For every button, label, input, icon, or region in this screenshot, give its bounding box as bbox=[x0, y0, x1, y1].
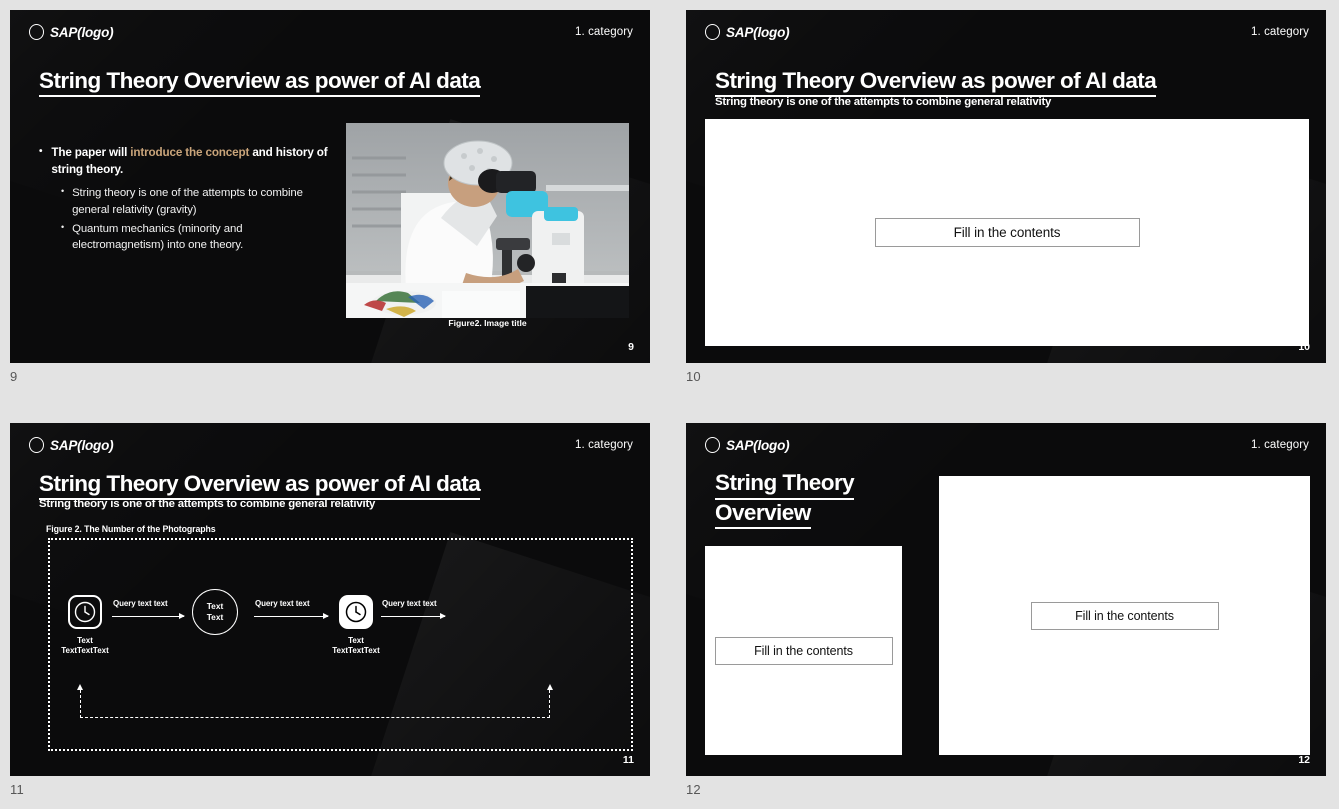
scientist-microscope-illustration bbox=[346, 123, 629, 318]
process-diagram: Text TextTextText Query text text Text T… bbox=[48, 538, 633, 751]
bullet-primary: • The paper will introduce the concept a… bbox=[39, 145, 334, 178]
category-label: 1. category bbox=[575, 439, 633, 451]
circle-outline-icon bbox=[29, 24, 44, 40]
content-panel-left[interactable]: Fill in the contents bbox=[705, 546, 902, 755]
bullet-dot-icon: • bbox=[39, 146, 43, 157]
slide-thumbnail-11[interactable]: SAP(logo) 1. category String Theory Over… bbox=[10, 423, 650, 797]
slide-page-number: 12 bbox=[1298, 754, 1310, 766]
bullet-list: • The paper will introduce the concept a… bbox=[39, 145, 334, 256]
page-subtitle: String theory is one of the attempts to … bbox=[715, 96, 1052, 108]
brand-name: SAP(logo) bbox=[50, 437, 114, 453]
fill-contents-placeholder-right[interactable]: Fill in the contents bbox=[1030, 601, 1219, 630]
slide-canvas-12[interactable]: SAP(logo) 1. category String Theory Over… bbox=[686, 423, 1326, 776]
slide-canvas-11[interactable]: SAP(logo) 1. category String Theory Over… bbox=[10, 423, 650, 776]
slide-page-number: 11 bbox=[622, 754, 634, 766]
slide-header: SAP(logo) 1. category bbox=[29, 24, 633, 40]
clock-glyph bbox=[345, 601, 367, 623]
category-label: 1. category bbox=[1251, 26, 1309, 38]
clock-glyph bbox=[74, 601, 96, 623]
slide-canvas-9[interactable]: SAP(logo) 1. category String Theory Over… bbox=[10, 10, 650, 363]
circle-outline-icon bbox=[29, 437, 44, 453]
brand-name: SAP(logo) bbox=[726, 437, 790, 453]
slide-thumbnail-12[interactable]: SAP(logo) 1. category String Theory Over… bbox=[686, 423, 1326, 797]
bullet-sub-text: String theory is one of the attempts to … bbox=[72, 187, 303, 216]
fill-contents-placeholder[interactable]: Fill in the contents bbox=[874, 218, 1140, 247]
page-title: String Theory Overview bbox=[715, 470, 895, 530]
slide-page-number: 9 bbox=[628, 341, 634, 353]
figure-caption: Figure2. Image title bbox=[448, 318, 527, 328]
feedback-loop-line bbox=[80, 690, 550, 718]
arrow-label-1: Query text text bbox=[113, 599, 168, 608]
clock-icon bbox=[68, 595, 102, 629]
content-panel[interactable]: Fill in the contents bbox=[705, 119, 1309, 346]
slide-thumbnail-deck: SAP(logo) 1. category String Theory Over… bbox=[0, 0, 1339, 809]
content-panel-right[interactable]: Fill in the contents bbox=[939, 476, 1310, 755]
node-label-3: Text TextTextText bbox=[332, 636, 380, 655]
slide-index-label: 12 bbox=[686, 782, 701, 797]
slide-canvas-10[interactable]: SAP(logo) 1. category String Theory Over… bbox=[686, 10, 1326, 363]
brand-logo: SAP(logo) bbox=[29, 24, 114, 40]
bullet-sub-text: Quantum mechanics (minority and electrom… bbox=[72, 222, 244, 252]
page-title: String Theory Overview as power of AI da… bbox=[39, 471, 481, 501]
arrow-label-2: Query text text bbox=[255, 599, 310, 608]
feedback-arrow-right-icon bbox=[547, 684, 553, 690]
arrow-2-icon bbox=[254, 613, 329, 619]
slide-header: SAP(logo) 1. category bbox=[705, 24, 1309, 40]
slide-index-label: 9 bbox=[10, 369, 18, 384]
feedback-arrow-left-icon bbox=[77, 684, 83, 690]
slide-thumbnail-10[interactable]: SAP(logo) 1. category String Theory Over… bbox=[686, 10, 1326, 384]
figure-caption: Figure 2. The Number of the Photographs bbox=[46, 524, 216, 534]
bullet-dot-icon: • bbox=[61, 221, 65, 232]
clock-icon bbox=[339, 595, 373, 629]
bullet-lead-highlight: introduce the concept bbox=[130, 146, 250, 159]
slide-page-number: 10 bbox=[1298, 341, 1310, 353]
circle-outline-icon bbox=[705, 437, 720, 453]
page-title-line1: String Theory bbox=[715, 470, 855, 500]
arrow-3-icon bbox=[381, 613, 446, 619]
slide-header: SAP(logo) 1. category bbox=[29, 437, 633, 453]
bullet-primary-text: The paper will introduce the concept and… bbox=[51, 145, 334, 178]
brand-name: SAP(logo) bbox=[50, 24, 114, 40]
figure-image bbox=[346, 123, 629, 318]
slide-header: SAP(logo) 1. category bbox=[705, 437, 1309, 453]
page-title: String Theory Overview as power of AI da… bbox=[39, 68, 481, 98]
node-label-1: Text TextTextText bbox=[61, 636, 109, 655]
brand-logo: SAP(logo) bbox=[705, 24, 790, 40]
fill-contents-placeholder-left[interactable]: Fill in the contents bbox=[714, 636, 893, 665]
circle-outline-icon bbox=[705, 24, 720, 40]
page-title-line2: Overview bbox=[715, 500, 811, 530]
brand-logo: SAP(logo) bbox=[29, 437, 114, 453]
category-label: 1. category bbox=[575, 26, 633, 38]
slide-index-label: 11 bbox=[10, 782, 24, 797]
list-item: • String theory is one of the attempts t… bbox=[61, 185, 334, 217]
bullet-dot-icon: • bbox=[61, 186, 65, 197]
slide-thumbnail-9[interactable]: SAP(logo) 1. category String Theory Over… bbox=[10, 10, 650, 384]
brand-name: SAP(logo) bbox=[726, 24, 790, 40]
slide-index-label: 10 bbox=[686, 369, 701, 384]
arrow-1-icon bbox=[112, 613, 185, 619]
bullet-sub-list: • String theory is one of the attempts t… bbox=[61, 185, 334, 253]
page-title: String Theory Overview as power of AI da… bbox=[715, 68, 1157, 98]
category-label: 1. category bbox=[1251, 439, 1309, 451]
arrow-label-3: Query text text bbox=[382, 599, 437, 608]
circle-node-2: Text Text bbox=[192, 589, 238, 635]
list-item: • Quantum mechanics (minority and electr… bbox=[61, 221, 334, 253]
bullet-lead-pre: The paper will bbox=[51, 146, 131, 159]
brand-logo: SAP(logo) bbox=[705, 437, 790, 453]
page-subtitle: String theory is one of the attempts to … bbox=[39, 498, 376, 510]
